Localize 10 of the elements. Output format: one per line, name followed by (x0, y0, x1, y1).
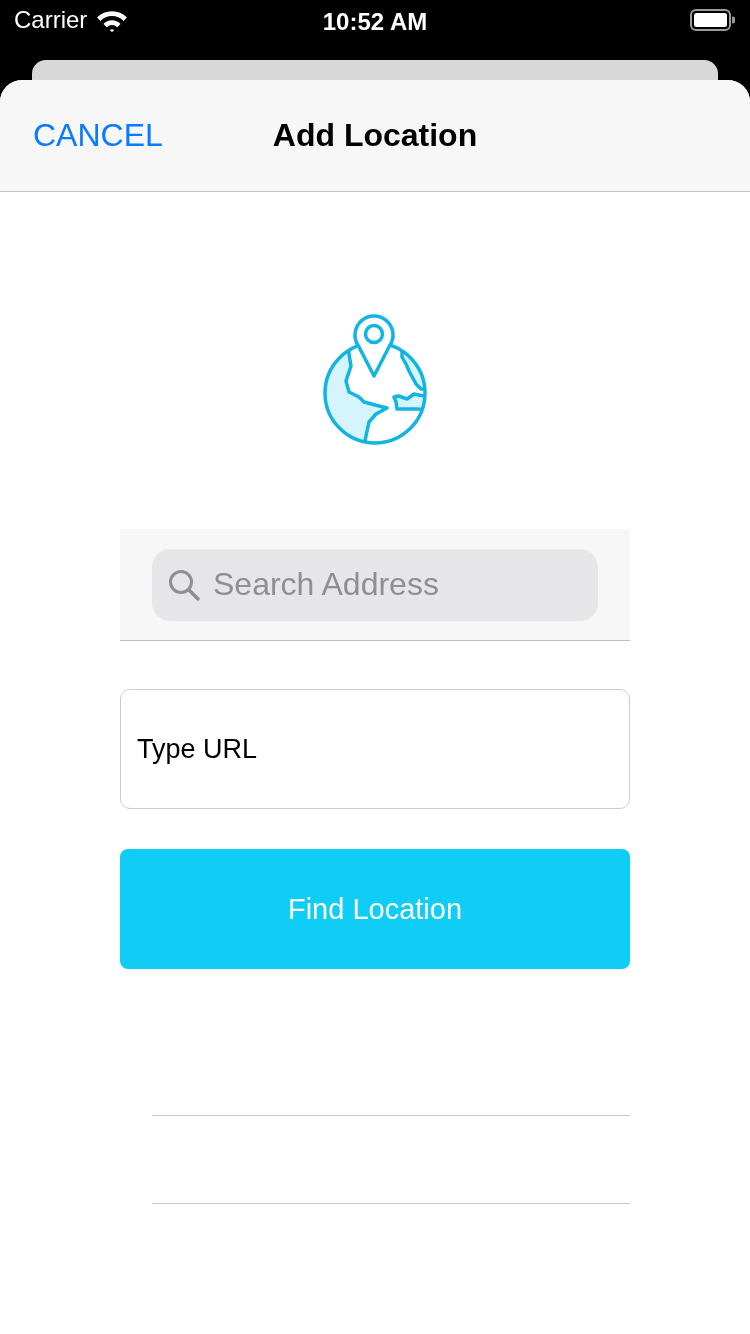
wifi-icon (96, 8, 129, 32)
nav-title: Add Location (272, 117, 478, 154)
cancel-button[interactable]: CANCEL (33, 117, 163, 154)
find-location-button[interactable]: Find Location (120, 849, 630, 969)
url-field[interactable]: Type URL (120, 689, 630, 809)
search-field[interactable]: Search Address (152, 548, 598, 621)
battery-icon (690, 9, 735, 31)
search-icon (168, 569, 200, 601)
clock-time: 10:52 AM (322, 8, 428, 36)
carrier-label: Carrier (14, 6, 88, 34)
